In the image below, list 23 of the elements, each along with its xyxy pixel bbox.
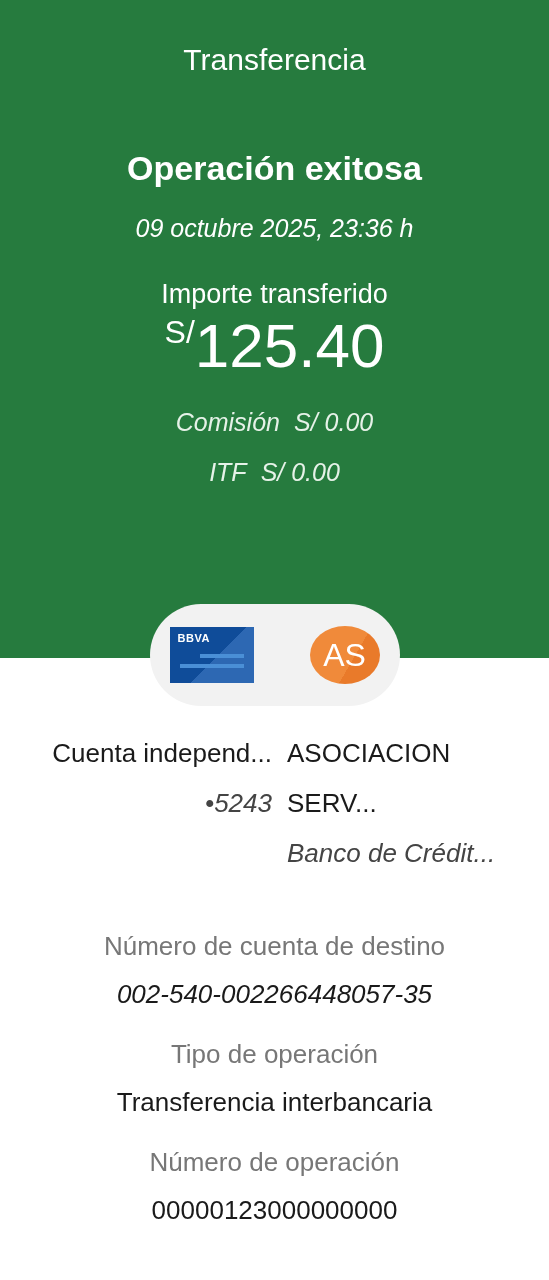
fee-label: ITF (209, 457, 247, 488)
fee-label: Comisión (175, 407, 280, 438)
currency-symbol: S/ (164, 313, 195, 350)
destination-name: SERV... (287, 787, 377, 820)
avatar-initials: AS (309, 626, 380, 684)
detail-label: Número de cuenta de destino (103, 930, 446, 963)
origin-account-name: Cuenta independ... (52, 737, 272, 770)
card-logo: BBVA (177, 632, 211, 644)
fee-value: S/ 0.00 (260, 457, 340, 488)
detail-value: 002-540-002266448057-35 (116, 978, 433, 1011)
fee-value: S/ 0.00 (294, 407, 374, 438)
amount-label: Importe transferido (161, 278, 388, 311)
destination-bank: Banco de Crédit... (287, 837, 496, 870)
screen-title: Transferencia (183, 42, 366, 78)
destination-name: ASOCIACION (287, 737, 451, 770)
detail-label: Número de operación (149, 1146, 400, 1179)
detail-value: Transferencia interbancaria (116, 1086, 433, 1119)
origin-account-number: •5243 (205, 787, 272, 820)
operation-date: 09 octubre 2025, 23:36 h (135, 213, 414, 244)
status-title: Operación exitosa (127, 148, 422, 189)
amount-value: 125.40 (194, 310, 385, 382)
detail-label: Tipo de operación (170, 1038, 379, 1071)
detail-value: 00000123000000000 (151, 1194, 398, 1227)
